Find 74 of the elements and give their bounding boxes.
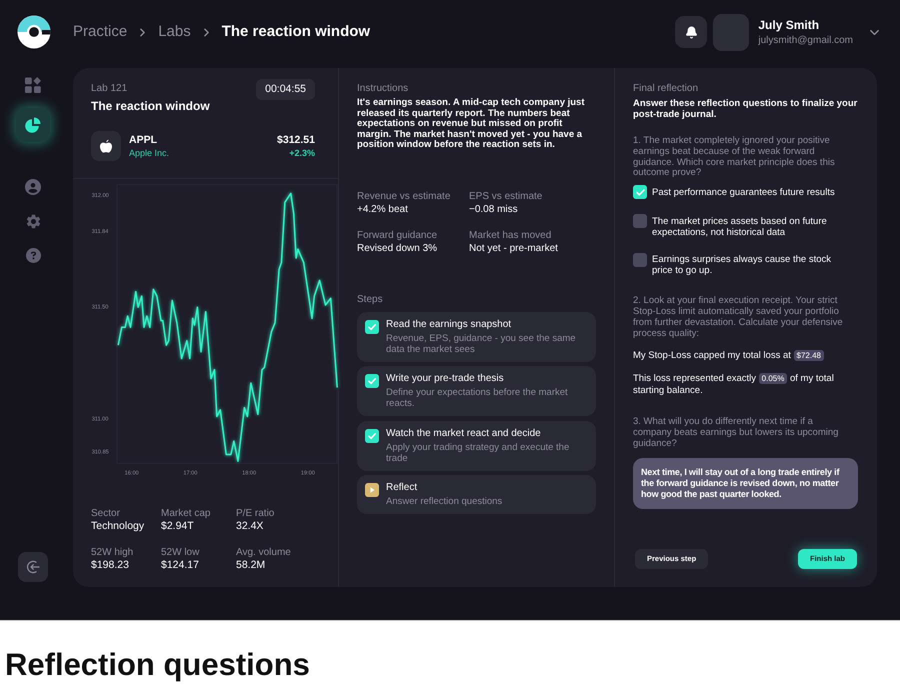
page-heading: Reflection questions [5,646,311,684]
step-title: Write your pre-trade thesis [386,373,505,385]
question-text: 1. The market completely ignored your positive earnings beat because of the weak forward guidance. Which core market principle does this outcome prove? [633,136,836,180]
checkbox[interactable] [633,185,647,200]
filled-blank[interactable]: 0.05% [758,373,788,384]
check-icon [636,188,644,196]
breadcrumb-link[interactable]: Practice [73,22,128,42]
settings-icon [24,212,42,230]
stat-label: Sector [91,507,121,520]
logo-icon [17,15,51,49]
step-description: Answer reflection questions [386,496,502,507]
step-title: Read the earnings snapshot [386,318,512,330]
step-description: Apply your trading strategy and execute the trade [386,442,570,464]
intro-text: Answer these reflection questions to finalize your post-trade journal. [633,98,858,120]
step-title: Reflect [386,482,418,494]
stat-value: Technology [91,520,146,533]
logout-button[interactable] [18,552,48,582]
stat-value: 32.4X [236,520,264,533]
checkbox[interactable] [633,252,647,267]
stat-value: 58.2M [236,559,266,572]
metric-label: Revenue vs estimate [357,190,452,202]
timer: 00:04:55 [256,79,315,100]
price-change: +2.3% [289,146,315,158]
lab-title: The reaction window [91,98,210,114]
company-name: Apple Inc. [129,146,170,158]
option-label: Past performance guarantees future results [652,186,835,198]
metric-value: +4.2% beat [357,202,409,216]
pie-chart-icon [25,117,41,133]
metric-label: EPS vs estimate [469,190,544,202]
stat-label: Avg. volume [236,546,292,559]
instructions-text: It's earnings season. A mid-cap tech company just released its quarterly report. The numbers beat expectations on revenue but missed on profit margin. The market hasn't moved yet - you have a position window before the reaction sets in. [357,98,586,150]
logout-icon [26,560,40,574]
step-description: Define your expectations before the market reacts. [386,387,569,409]
grid-icon [25,77,41,93]
stat-label: Market cap [161,507,212,520]
section-heading: Instructions [357,83,410,95]
step-description: Revenue, EPS, guidance - you see the same data the market sees [386,332,577,354]
option-label: The market prices assets based on future expectations, not historical data [652,214,828,238]
stock-price: $312.51 [277,134,315,146]
checkbox[interactable] [633,214,647,228]
stat-label: 52W high [91,546,134,559]
question-text: 2. Look at your final execution receipt. Your strict Stop-Loss limit automatically saved your portfolio from further devastation. Calculate your defensive process quality: [633,296,844,340]
bell-icon [684,26,698,38]
metric-label: Forward guidance [357,230,438,242]
user-name: July Smith [758,18,820,32]
fill-in-sentence: This loss represented exactly 0.05% of my total starting balance. [633,373,835,398]
metric-value: Not yet - pre-market [469,242,559,254]
stat-value: $124.17 [161,559,200,572]
help-icon [26,248,40,262]
ticker-symbol: APPL [129,134,158,146]
user-icon [25,179,41,195]
section-heading: Final reflection [633,83,700,95]
answer-field[interactable]: Next time, I will stay out of a long trade entirely if the forward guidance is revised down, no matter how good the past quarter looked. [633,458,858,509]
user-email: julysmith@gmail.com [758,34,853,46]
metric-value: Revised down 3% [357,242,438,254]
stat-value: $198.23 [91,559,130,572]
breadcrumb-link[interactable]: Labs [158,22,191,42]
notification-button[interactable] [675,16,708,48]
question-text: 3. What will you do differently next time if a company beats earnings but lowers its upcoming guidance? [633,417,840,450]
metric-label: Market has moved [469,230,552,242]
nav-button[interactable] [16,108,50,142]
option-label: Earnings surprises always cause the stock price to go up. [652,253,832,276]
section-heading: Steps [357,294,384,306]
fill-in-sentence: My Stop-Loss capped my total loss at $72.48 [633,350,858,362]
breadcrumb-current: The reaction window [222,22,370,42]
avatar-placeholder [713,14,750,50]
apple-icon [91,131,121,161]
stat-label: 52W low [161,546,200,559]
filled-blank[interactable]: $72.48 [794,350,824,362]
lab-number: Lab 121 [91,83,128,95]
step-title: Watch the market react and decide [386,428,542,440]
stat-label: P/E ratio [236,507,276,520]
stat-value: $2.94T [161,520,195,533]
metric-value: −0.08 miss [469,202,519,216]
